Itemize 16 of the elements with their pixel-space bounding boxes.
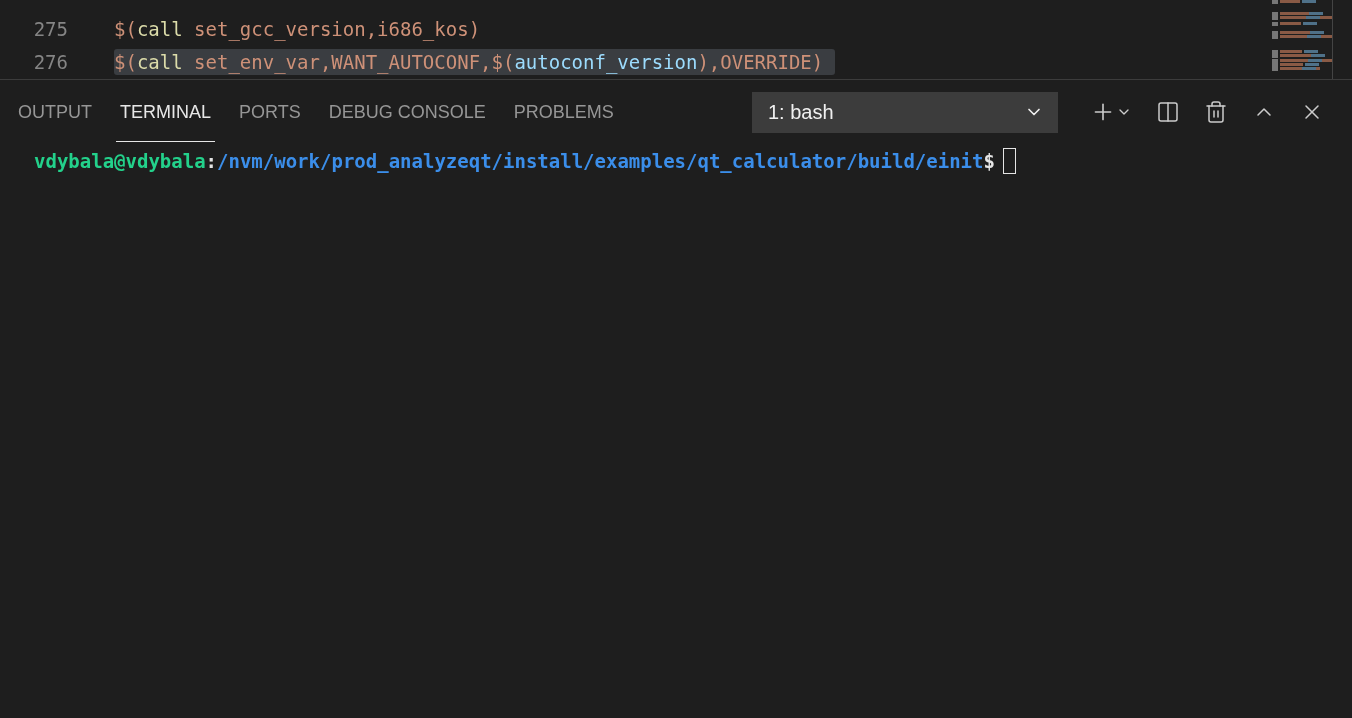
- terminal-select[interactable]: 1: bash: [752, 91, 1058, 133]
- panel-tab[interactable]: DEBUG CONSOLE: [324, 80, 490, 142]
- panel-tab[interactable]: OUTPUT: [14, 80, 96, 142]
- terminal-path: /nvm/work/prod_analyzeqt/install/examples/qt_calculator/build/einit: [217, 150, 984, 172]
- split-icon: [1156, 100, 1180, 124]
- panel-tab[interactable]: PROBLEMS: [509, 80, 618, 142]
- terminal-prompt: $: [983, 150, 995, 172]
- terminal-separator: :: [205, 150, 218, 172]
- line-number: 276: [32, 50, 68, 73]
- terminal-cursor: [1002, 148, 1016, 174]
- line-number: 275: [32, 17, 68, 40]
- panel-tab[interactable]: TERMINAL: [116, 80, 215, 142]
- terminal-user: vdybala@vdybala: [34, 150, 206, 172]
- trash-icon: [1204, 100, 1228, 124]
- panel-tab[interactable]: PORTS: [235, 80, 305, 142]
- code-line: $(call set_gcc_version,i686_kos): [114, 16, 482, 42]
